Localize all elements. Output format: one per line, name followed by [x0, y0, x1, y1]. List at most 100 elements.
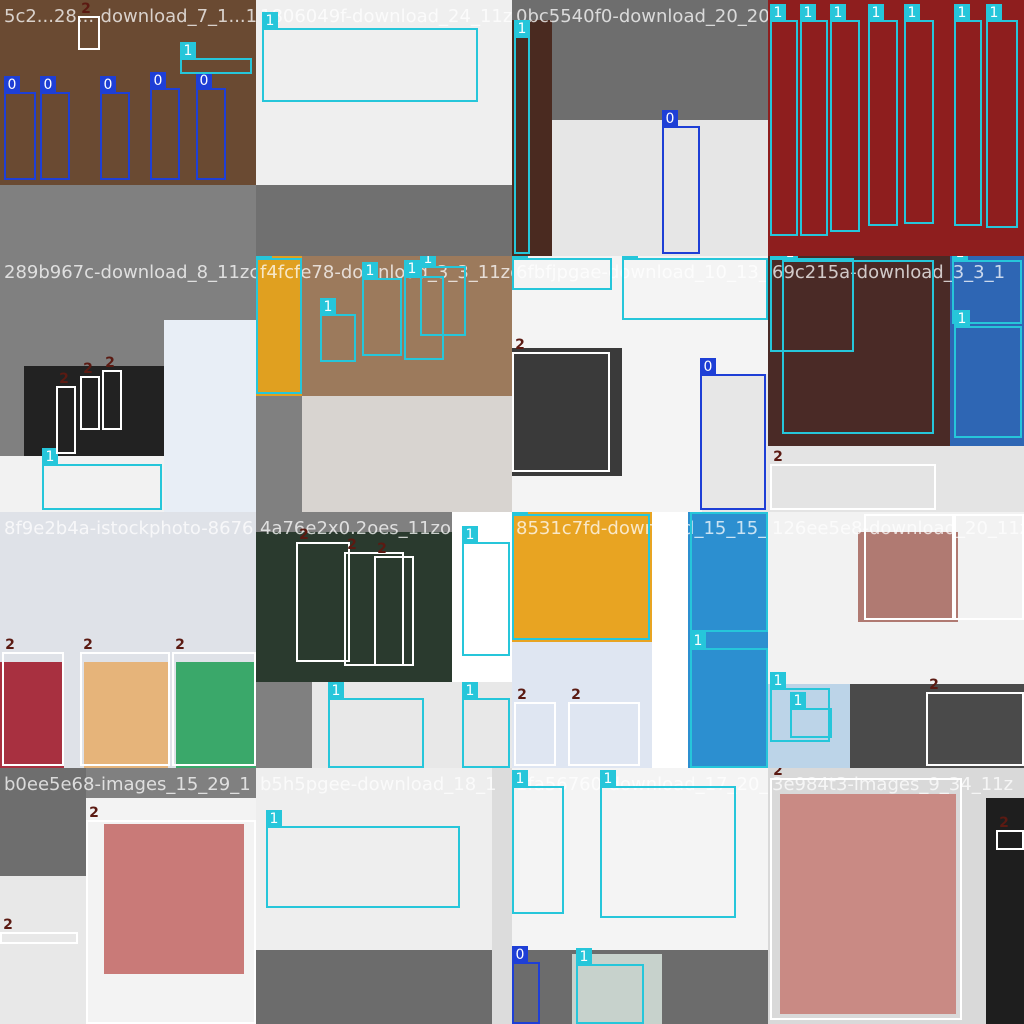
- class-label: 2: [59, 371, 69, 387]
- class-label: 2: [83, 637, 93, 653]
- bbox: 2: [80, 637, 170, 766]
- bbox: 1: [328, 682, 424, 768]
- mosaic-tile-battery: 0bc5540f0-download_20_20_ 0 1: [512, 0, 768, 256]
- bbox: 1: [320, 298, 356, 362]
- class-label: 2: [377, 541, 387, 557]
- photo-area: [492, 768, 512, 1024]
- class-label: 1: [986, 4, 1002, 22]
- mosaic-tile-wrench: 1fa56760-download_17_20_d3 1 1 0 1: [512, 768, 768, 1024]
- bbox: 1: [690, 632, 768, 768]
- class-label: 1: [266, 810, 282, 828]
- class-label: 2: [89, 805, 99, 821]
- class-label: 2: [299, 527, 309, 543]
- bbox: 1: [770, 4, 798, 236]
- class-label: 2: [347, 537, 357, 553]
- bbox: 1: [512, 256, 612, 290]
- class-label: 2: [175, 637, 185, 653]
- mosaic-tile-beer-bottles: 5c2...28...-download_7_1...1806049f-down…: [0, 0, 256, 256]
- photo-area: [164, 320, 256, 512]
- mosaic-tile-screwdrivers: 1 1 1 1 1 1 1: [768, 0, 1024, 256]
- bbox: 1: [904, 4, 934, 224]
- class-label: 1: [868, 4, 884, 22]
- bbox: 1: [622, 256, 768, 320]
- mosaic-tile-xray-vape: 126ee5e8-download_20_11z 2 2 1 1 2: [768, 512, 1024, 768]
- bbox: 2: [864, 512, 954, 620]
- mosaic-tile-lighter-closeup: 8f9e2b4a-istockphoto-8676 2 2 2: [0, 512, 256, 768]
- bbox: 0: [40, 76, 70, 180]
- class-label: 1: [790, 692, 806, 710]
- class-label: 0: [100, 76, 116, 94]
- bbox: 1: [782, 256, 934, 434]
- bbox: 1: [420, 256, 466, 336]
- class-label: 1: [770, 672, 786, 690]
- bbox: 1: [986, 4, 1018, 228]
- class-label: 2: [517, 687, 527, 703]
- class-label: 2: [954, 512, 970, 516]
- padding-area: [0, 185, 256, 256]
- bbox: 0: [196, 72, 226, 180]
- bbox: 2: [926, 677, 1024, 766]
- class-label: 1: [362, 262, 378, 280]
- class-label: 1: [690, 512, 706, 514]
- bbox: 0: [150, 72, 180, 180]
- class-label: 0: [512, 946, 528, 964]
- bbox: 1: [512, 770, 564, 914]
- photo-area: [0, 876, 86, 1024]
- class-label: 2: [571, 687, 581, 703]
- class-label: 1: [512, 770, 528, 788]
- class-label: 2: [83, 361, 93, 377]
- bbox: 1: [690, 512, 768, 632]
- bbox: 2: [568, 687, 640, 766]
- bbox: 1: [790, 692, 832, 738]
- class-label: 2: [864, 512, 880, 516]
- bbox: 2: [172, 637, 256, 766]
- class-label: 2: [773, 449, 783, 465]
- class-label: 2: [81, 1, 91, 17]
- mosaic-tile-locking-pliers: 1806049f-download_24_11z 1: [256, 0, 512, 256]
- mosaic-tile-meat: b0ee5e68-images_15_29_1 2 2: [0, 768, 256, 1024]
- padding-area: [0, 768, 86, 876]
- class-label: 2: [515, 337, 525, 353]
- bbox: 2: [374, 541, 414, 666]
- mosaic-tile-meat-2: 3e984t3-images_9_34_11z 2 2: [768, 768, 1024, 1024]
- class-label: 0: [700, 358, 716, 376]
- class-label: 1: [328, 682, 344, 700]
- bbox: 2: [512, 337, 610, 472]
- class-label: 0: [40, 76, 56, 94]
- class-label: 1: [576, 948, 592, 966]
- bbox: 1: [830, 4, 860, 232]
- class-label: 0: [4, 76, 20, 94]
- photo-area: [652, 512, 688, 768]
- class-label: 0: [150, 72, 166, 90]
- class-label: 2: [3, 917, 13, 933]
- bbox: 2: [296, 527, 350, 662]
- class-label: 1: [512, 256, 528, 260]
- photo-area: [302, 396, 512, 512]
- mosaic-tile-lighter-rows: 4a76e2x0.2oes_11zon.jpg 2 2 2 1 1 1: [256, 512, 512, 768]
- padding-area: [256, 185, 512, 256]
- mosaic-tile-wine-matches: 69c215a-download_3_3_1 1 1 1 1 2: [768, 256, 1024, 512]
- mosaic-tile-vape-can: 6fbfjpgae-download_10_13_ 1 1 2 0: [512, 256, 768, 512]
- bbox: 1: [256, 256, 302, 394]
- class-label: 1: [180, 42, 196, 60]
- bbox: 1: [954, 310, 1022, 438]
- bbox: 1: [514, 20, 530, 254]
- bbox: 1: [266, 810, 460, 908]
- class-label: 2: [999, 815, 1009, 831]
- class-label: 1: [904, 4, 920, 22]
- mosaic-tile-oil-gas-cylinder: 8531c7fd-download_15_15_1 1 1 1 2 2: [512, 512, 768, 768]
- bbox: 1: [180, 42, 252, 74]
- bbox: 2: [56, 371, 76, 454]
- bbox: 1: [800, 4, 828, 236]
- class-label: 0: [196, 72, 212, 90]
- bbox: 2: [0, 917, 78, 944]
- bbox: 2: [78, 1, 100, 50]
- class-label: 1: [952, 256, 968, 262]
- bbox: 0: [662, 110, 700, 254]
- bbox: 1: [600, 770, 736, 918]
- class-label: 0: [662, 110, 678, 128]
- mosaic-tile-end-nippers: b5h5pgee-download_18_1 1: [256, 768, 512, 1024]
- bbox: 2: [770, 768, 962, 1020]
- tile-filename: 289b967c-download_8_11zc: [4, 262, 256, 283]
- bbox: 2: [514, 687, 556, 766]
